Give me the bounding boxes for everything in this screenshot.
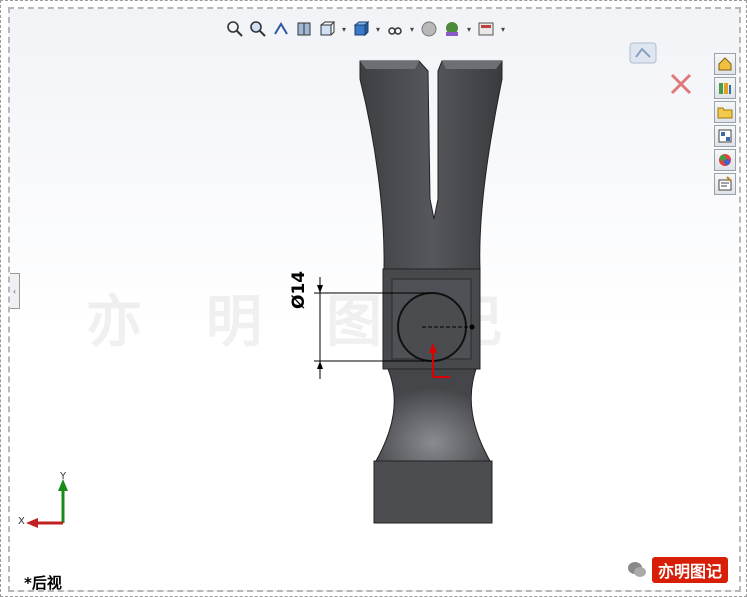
wechat-icon: [628, 562, 646, 577]
view-palette-icon[interactable]: [714, 125, 736, 147]
appearance-icon[interactable]: [419, 19, 439, 39]
custom-properties-icon[interactable]: [714, 173, 736, 195]
view-orientation-label: *后视: [24, 574, 62, 592]
appearances-icon[interactable]: [714, 149, 736, 171]
view-orientation-icon[interactable]: [317, 19, 337, 39]
previous-view-icon[interactable]: [271, 19, 291, 39]
task-pane-tabs: [714, 53, 739, 195]
zoom-to-fit-icon[interactable]: [225, 19, 245, 39]
hammer-model[interactable]: [10, 9, 741, 592]
triad-y-label: Y: [60, 471, 67, 482]
file-explorer-icon[interactable]: [714, 101, 736, 123]
view-settings-icon[interactable]: [476, 19, 496, 39]
hide-show-dropdown-icon[interactable]: ▾: [408, 19, 416, 39]
section-view-icon[interactable]: [294, 19, 314, 39]
scene-dropdown-icon[interactable]: ▾: [465, 19, 473, 39]
graphics-area[interactable]: 亦 明 图 记: [8, 7, 741, 592]
zoom-area-icon[interactable]: [248, 19, 268, 39]
resources-icon[interactable]: [714, 53, 736, 75]
badge-text: 亦明图记: [652, 557, 729, 583]
cancel-corner-icon: [670, 73, 692, 95]
wechat-watermark-badge: 亦明图记: [626, 554, 738, 586]
diameter-dimension[interactable]: Ø14: [289, 271, 309, 309]
view-settings-dropdown-icon[interactable]: ▾: [499, 19, 507, 39]
hide-show-icon[interactable]: [385, 19, 405, 39]
window-frame: 亦 明 图 记: [0, 0, 747, 597]
view-orientation-dropdown-icon[interactable]: ▾: [340, 19, 348, 39]
hammer-face: [373, 460, 493, 524]
display-style-dropdown-icon[interactable]: ▾: [374, 19, 382, 39]
heads-up-view-toolbar: ▾ ▾ ▾ ▾ ▾: [225, 17, 507, 41]
triad-x-label: X: [18, 516, 25, 527]
design-library-icon[interactable]: [714, 77, 736, 99]
confirm-corner-icon: [629, 42, 657, 64]
hammer-claw: [359, 60, 503, 270]
feature-manager-collapse-icon[interactable]: ‹: [10, 273, 20, 309]
scene-icon[interactable]: [442, 19, 462, 39]
display-style-icon[interactable]: [351, 19, 371, 39]
hammer-neck: [375, 368, 491, 462]
